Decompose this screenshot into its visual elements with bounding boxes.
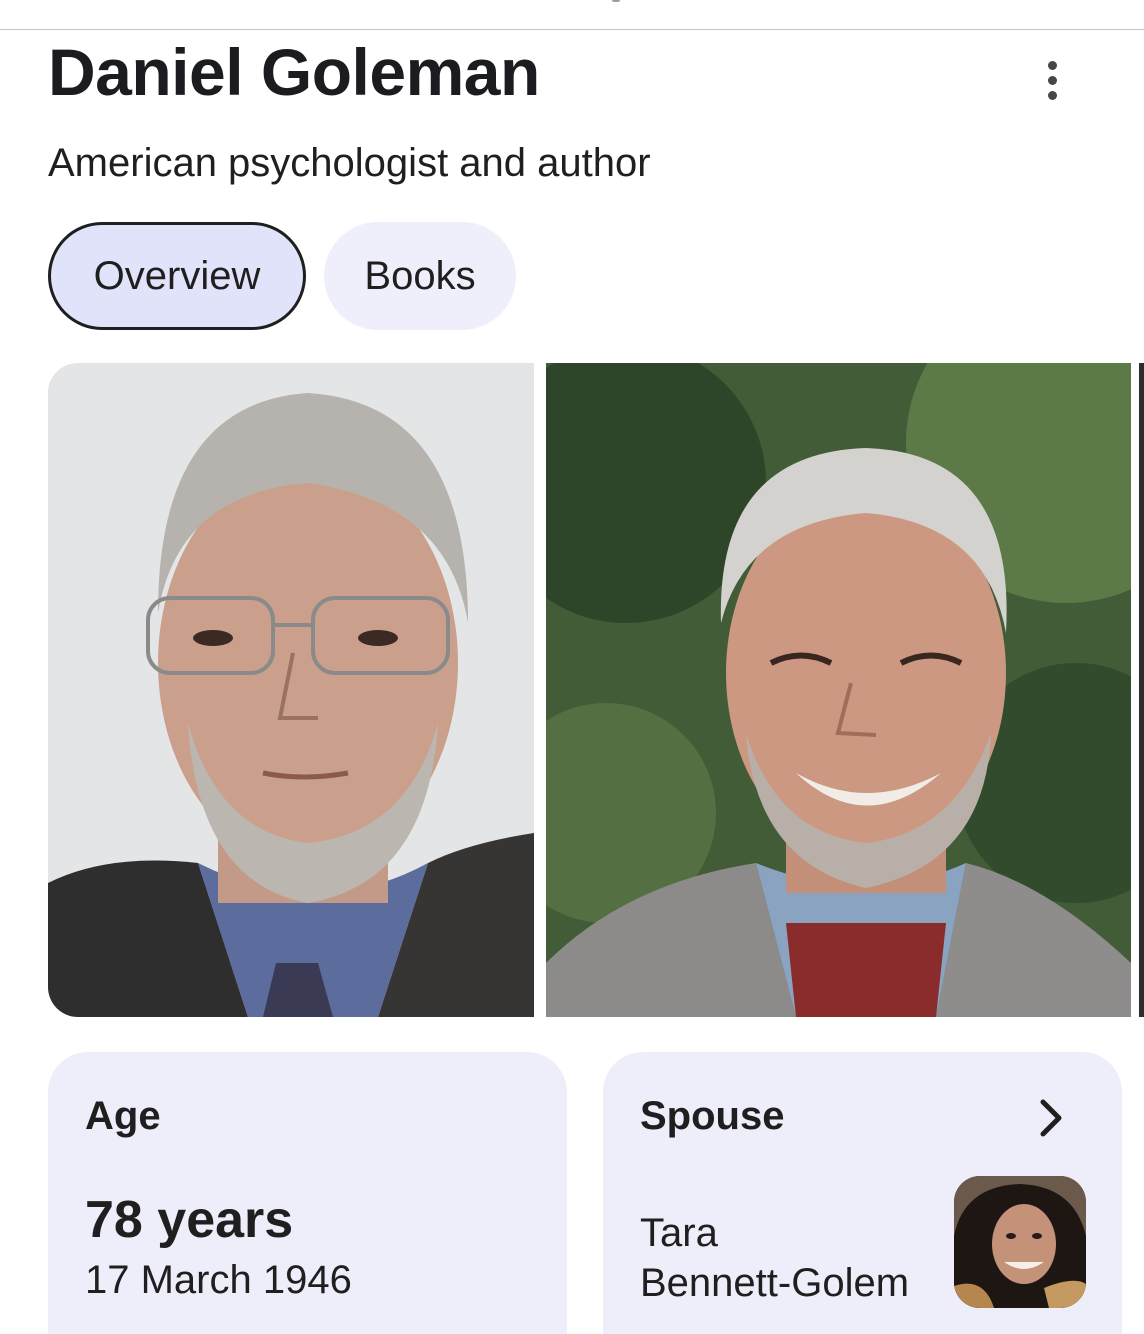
tab-overview[interactable]: Overview <box>48 222 306 330</box>
spouse-label: Spouse <box>640 1094 785 1138</box>
profile-image-2[interactable] <box>546 363 1131 1017</box>
handle-notch <box>612 0 620 2</box>
knowledge-panel: Daniel Goleman American psychologist and… <box>0 0 1144 1334</box>
portrait-illustration-1 <box>48 363 534 1017</box>
chevron-right-icon[interactable] <box>1033 1096 1069 1140</box>
more-options-button[interactable] <box>1028 52 1076 108</box>
page-title: Daniel Goleman <box>48 35 540 109</box>
age-label: Age <box>85 1094 161 1138</box>
spouse-image[interactable] <box>954 1176 1086 1308</box>
age-card: Age 78 years 17 March 1946 <box>48 1052 567 1334</box>
spouse-name-line2: Bennett-Golem <box>640 1261 910 1305</box>
subtitle: American psychologist and author <box>48 141 651 185</box>
portrait-illustration-2 <box>546 363 1131 1017</box>
more-vert-icon <box>1047 60 1057 70</box>
birth-date: 17 March 1946 <box>85 1258 352 1302</box>
spouse-name-line1: Tara <box>640 1211 718 1255</box>
top-divider <box>0 29 1144 30</box>
spouse-card[interactable]: Spouse Tara Bennett-Golem <box>603 1052 1122 1334</box>
next-image-edge <box>1139 363 1144 1017</box>
spouse-name[interactable]: Tara Bennett-Golem <box>640 1208 960 1308</box>
age-value: 78 years <box>85 1191 294 1249</box>
tab-books[interactable]: Books <box>324 222 516 330</box>
spouse-portrait-illustration <box>954 1176 1086 1308</box>
profile-image-1[interactable] <box>48 363 534 1017</box>
